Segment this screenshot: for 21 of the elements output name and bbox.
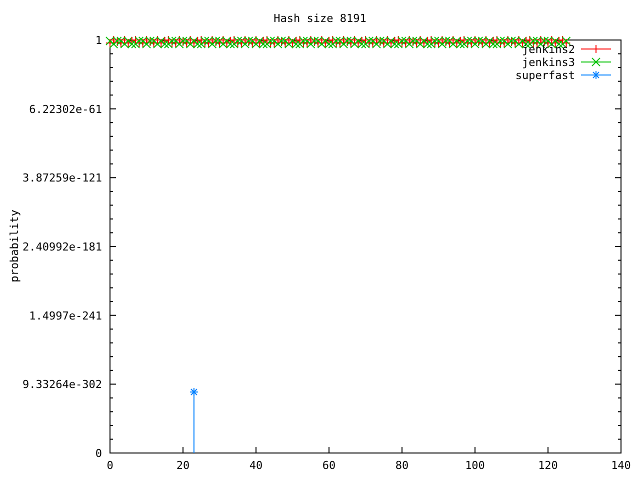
x-tick-label: 80 <box>395 459 409 472</box>
x-tick-label: 40 <box>249 459 263 472</box>
y-axis-label: probability <box>8 210 21 282</box>
impulse-drawing <box>189 388 198 454</box>
x-tick-label: 100 <box>465 459 485 472</box>
legend-label: jenkins2 <box>522 43 575 56</box>
x-tick-label: 120 <box>538 459 558 472</box>
x-tick-label: 140 <box>611 459 631 472</box>
x-tick-label: 0 <box>106 459 114 472</box>
x-tick-label: 20 <box>176 459 190 472</box>
y-tick-label: 0 <box>95 447 102 460</box>
y-tick-label: 1.4997e-241 <box>29 309 102 322</box>
y-tick-label: 3.87259e-121 <box>22 172 102 185</box>
chart-title: Hash size 8191 <box>274 12 366 25</box>
y-tick-label: 9.33264e-302 <box>22 378 102 392</box>
y-tick-label: 2.40992e-181 <box>22 240 102 254</box>
x-tick-label: 60 <box>322 459 336 472</box>
y-tick-label: 6.22302e-61 <box>29 102 102 116</box>
legend-label: superfast <box>515 69 575 82</box>
y-tick-label: 1 <box>95 34 102 47</box>
legend-label: jenkins3 <box>522 56 575 69</box>
